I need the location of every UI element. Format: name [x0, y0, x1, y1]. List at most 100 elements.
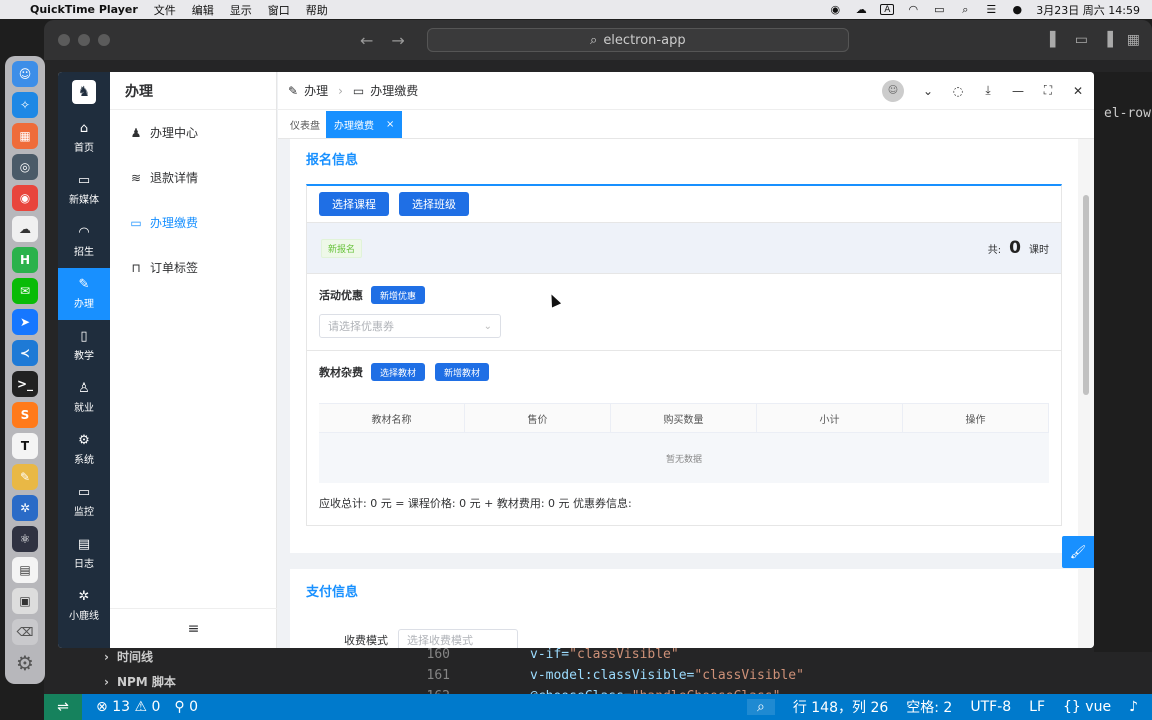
breadcrumb-separator: › [338, 83, 343, 98]
select-class-button[interactable]: 选择班级 [399, 192, 469, 216]
nav-item-enroll[interactable]: ◠ 招生 [58, 216, 110, 268]
submenu-item-tags[interactable]: ⊓ 订单标签 [110, 245, 276, 290]
launchpad-icon[interactable]: ▦ [12, 123, 38, 149]
submenu-item-payment[interactable]: ▭ 办理缴费 [110, 200, 276, 245]
minimize-icon[interactable]: — [1012, 84, 1024, 98]
nav-item-media[interactable]: ▭ 新媒体 [58, 164, 110, 216]
feishu-icon[interactable]: ➤ [12, 309, 38, 335]
download-icon[interactable]: ⤓ [982, 83, 994, 98]
nav-item-log[interactable]: ▤ 日志 [58, 528, 110, 580]
nav-item-home[interactable]: ⌂ 首页 [58, 112, 110, 164]
toggle-secondary-sidebar-icon[interactable]: ▐ [1102, 32, 1113, 48]
wifi-icon[interactable]: ◠ [906, 3, 920, 16]
avatar[interactable]: ☺ [882, 79, 904, 102]
battery-icon[interactable]: ▭ [932, 3, 946, 16]
language-mode[interactable]: {} vue [1063, 699, 1111, 715]
menu-view[interactable]: 显示 [230, 2, 252, 18]
total-value: 0 [1009, 238, 1021, 258]
coupon-select[interactable]: 请选择优惠券 ⌄ [319, 314, 501, 338]
add-material-button[interactable]: 新增教材 [435, 363, 490, 381]
notifications-icon[interactable]: ♪ [1129, 699, 1138, 715]
zoom-icon[interactable]: ⌕ [746, 699, 775, 715]
encoding[interactable]: UTF-8 [970, 699, 1011, 715]
hbuilder-icon[interactable]: H [12, 247, 38, 273]
collapse-menu-icon[interactable]: ≡ [110, 608, 277, 648]
fullscreen-icon[interactable]: ⛶ [1042, 83, 1054, 98]
tab-payment[interactable]: 办理缴费 × [326, 111, 403, 138]
toggle-panel-icon[interactable]: ▭ [1075, 32, 1088, 48]
remote-icon[interactable]: ⇌ [44, 694, 82, 720]
record-icon[interactable]: ◉ [828, 3, 842, 16]
back-arrow-icon[interactable]: ← [360, 31, 373, 50]
tab-dashboard[interactable]: 仪表盘 [284, 111, 326, 138]
select-course-button[interactable]: 选择课程 [319, 192, 389, 216]
indentation[interactable]: 空格: 2 [906, 697, 952, 717]
command-center-search[interactable]: ⌕ electron-app [426, 28, 849, 52]
menu-file[interactable]: 文件 [154, 2, 176, 18]
chrome-icon[interactable]: ◉ [12, 185, 38, 211]
control-center-icon[interactable]: ☰ [984, 3, 998, 16]
menu-help[interactable]: 帮助 [306, 2, 328, 18]
signup-card: 报名信息 选择课程 选择班级 新报名 共: 0 课时 活动优惠 新增优惠 请选择… [290, 139, 1078, 553]
page-content: 报名信息 选择课程 选择班级 新报名 共: 0 课时 活动优惠 新增优惠 请选择… [278, 139, 1078, 648]
minimize-window-button[interactable] [78, 34, 90, 46]
sublime-icon[interactable]: S [12, 402, 38, 428]
electron-icon[interactable]: ⚛ [12, 526, 38, 552]
nav-item-teach[interactable]: ▯ 教学 [58, 320, 110, 372]
quicktime-icon[interactable]: ◎ [12, 154, 38, 180]
siri-icon[interactable]: ● [1010, 3, 1024, 16]
close-window-button[interactable] [58, 34, 70, 46]
message-icon[interactable]: ◌ [952, 84, 964, 98]
document-icon[interactable]: ▤ [12, 557, 38, 583]
search-icon[interactable]: ⌕ [958, 3, 972, 16]
xcode-icon[interactable]: ✎ [12, 464, 38, 490]
chevron-down-icon[interactable]: ⌄ [922, 84, 934, 98]
code-attr: v-model:classVisible= [530, 668, 695, 683]
menubar-datetime[interactable]: 3月23日 周六 14:59 [1036, 2, 1140, 18]
headset-icon: ◠ [78, 225, 90, 240]
nav-item-employ[interactable]: ♙ 就业 [58, 372, 110, 424]
nav-item-handle[interactable]: ✎ 办理 [58, 268, 110, 320]
settings-gear-icon[interactable]: ⚙ [12, 650, 38, 676]
close-tab-icon[interactable]: × [386, 119, 394, 130]
submenu-item-refund[interactable]: ≋ 退款详情 [110, 155, 276, 200]
finder-icon[interactable]: ☺ [12, 61, 38, 87]
cloud-icon[interactable]: ☁ [854, 3, 868, 16]
cursor-position[interactable]: 行 148，列 26 [793, 697, 888, 717]
select-material-button[interactable]: 选择教材 [371, 363, 426, 381]
breadcrumb-item[interactable]: 办理 [304, 82, 328, 99]
theme-brush-icon[interactable]: 🖌 [1062, 536, 1094, 568]
scrollbar-thumb[interactable] [1083, 195, 1089, 395]
screenshot-icon[interactable]: ▣ [12, 588, 38, 614]
safari-icon[interactable]: ✧ [12, 92, 38, 118]
problems-status[interactable]: ⊗ 13 ⚠ 0 [96, 699, 160, 715]
forward-arrow-icon[interactable]: → [391, 31, 404, 50]
menubar-app-name[interactable]: QuickTime Player [30, 3, 138, 16]
vscode-icon[interactable]: ≺ [12, 340, 38, 366]
trash-icon[interactable]: ⌫ [12, 619, 38, 645]
app-logo: ♞ [58, 72, 110, 112]
typora-icon[interactable]: T [12, 433, 38, 459]
toggle-sidebar-icon[interactable]: ▌ [1050, 32, 1061, 48]
charge-mode-select[interactable]: 选择收费模式 [398, 629, 518, 648]
submenu-item-center[interactable]: ♟ 办理中心 [110, 110, 276, 155]
menu-window[interactable]: 窗口 [268, 2, 290, 18]
customize-layout-icon[interactable]: ▦ [1127, 32, 1140, 48]
baidu-netdisk-icon[interactable]: ☁ [12, 216, 38, 242]
close-icon[interactable]: ✕ [1072, 84, 1084, 98]
add-promo-button[interactable]: 新增优惠 [371, 286, 426, 304]
wechat-icon[interactable]: ✉ [12, 278, 38, 304]
end-of-line[interactable]: LF [1029, 699, 1045, 715]
content-scrollbar[interactable] [1078, 139, 1094, 648]
terminal-icon[interactable]: >_ [12, 371, 38, 397]
charge-mode-placeholder: 选择收费模式 [407, 634, 473, 647]
nav-item-deerline[interactable]: ✲ 小鹿线 [58, 580, 110, 632]
input-method-indicator[interactable]: A [880, 4, 895, 15]
ports-status[interactable]: ⚲ 0 [174, 699, 198, 715]
zoom-window-button[interactable] [98, 34, 110, 46]
nav-item-monitor[interactable]: ▭ 监控 [58, 476, 110, 528]
electron-app-icon[interactable]: ✲ [12, 495, 38, 521]
menu-edit[interactable]: 编辑 [192, 2, 214, 18]
nav-item-system[interactable]: ⚙ 系统 [58, 424, 110, 476]
npm-scripts-section[interactable]: › NPM 脚本 [104, 669, 176, 694]
